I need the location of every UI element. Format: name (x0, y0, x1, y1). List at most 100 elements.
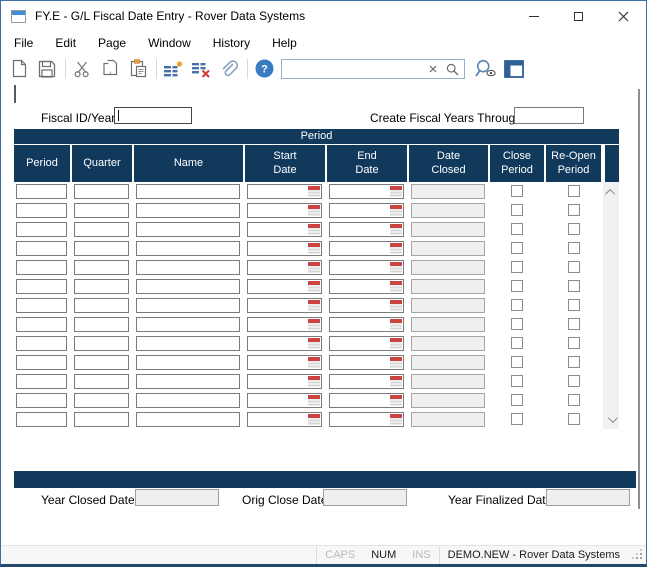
start-date-cell-input[interactable] (247, 336, 322, 351)
close-button[interactable] (601, 1, 646, 32)
name-cell-input[interactable] (136, 184, 240, 199)
period-cell-input[interactable] (16, 374, 67, 389)
reopen-period-checkbox[interactable] (568, 318, 580, 330)
start-date-cell-input[interactable] (247, 184, 322, 199)
close-period-checkbox[interactable] (511, 394, 523, 406)
period-cell-input[interactable] (16, 317, 67, 332)
search-clear-icon[interactable] (426, 62, 440, 76)
menu-help[interactable]: Help (261, 32, 308, 55)
calendar-icon[interactable] (390, 205, 402, 216)
close-period-checkbox[interactable] (511, 242, 523, 254)
copy-button[interactable] (99, 58, 121, 80)
quarter-cell-input[interactable] (74, 298, 129, 313)
calendar-icon[interactable] (390, 319, 402, 330)
reopen-period-checkbox[interactable] (568, 223, 580, 235)
quarter-cell-input[interactable] (74, 279, 129, 294)
reopen-period-checkbox[interactable] (568, 280, 580, 292)
reopen-period-checkbox[interactable] (568, 337, 580, 349)
calendar-icon[interactable] (390, 300, 402, 311)
insert-rows-button[interactable] (162, 58, 184, 80)
search-icon[interactable] (445, 62, 460, 77)
start-date-cell-input[interactable] (247, 317, 322, 332)
calendar-icon[interactable] (308, 243, 320, 254)
menu-file[interactable]: File (3, 32, 44, 55)
name-cell-input[interactable] (136, 317, 240, 332)
table-scrollbar[interactable] (603, 182, 619, 429)
quarter-cell-input[interactable] (74, 222, 129, 237)
reopen-period-checkbox[interactable] (568, 261, 580, 273)
calendar-icon[interactable] (308, 281, 320, 292)
menu-history[interactable]: History (202, 32, 261, 55)
reopen-period-checkbox[interactable] (568, 204, 580, 216)
reopen-period-checkbox[interactable] (568, 242, 580, 254)
name-cell-input[interactable] (136, 355, 240, 370)
calendar-icon[interactable] (308, 376, 320, 387)
quarter-cell-input[interactable] (74, 412, 129, 427)
new-document-button[interactable] (8, 58, 30, 80)
end-date-cell-input[interactable] (329, 412, 404, 427)
start-date-cell-input[interactable] (247, 260, 322, 275)
calendar-icon[interactable] (390, 243, 402, 254)
end-date-cell-input[interactable] (329, 393, 404, 408)
end-date-cell-input[interactable] (329, 279, 404, 294)
end-date-cell-input[interactable] (329, 374, 404, 389)
reopen-period-checkbox[interactable] (568, 413, 580, 425)
calendar-icon[interactable] (308, 186, 320, 197)
period-cell-input[interactable] (16, 336, 67, 351)
end-date-cell-input[interactable] (329, 241, 404, 256)
quarter-cell-input[interactable] (74, 260, 129, 275)
minimize-button[interactable] (511, 1, 556, 32)
period-cell-input[interactable] (16, 184, 67, 199)
cut-button[interactable] (71, 58, 93, 80)
fiscal-id-input[interactable] (114, 107, 192, 124)
calendar-icon[interactable] (308, 224, 320, 235)
close-period-checkbox[interactable] (511, 261, 523, 273)
menu-window[interactable]: Window (137, 32, 202, 55)
name-cell-input[interactable] (136, 374, 240, 389)
period-cell-input[interactable] (16, 260, 67, 275)
scroll-up-button[interactable] (603, 184, 619, 200)
close-period-checkbox[interactable] (511, 204, 523, 216)
close-period-checkbox[interactable] (511, 318, 523, 330)
name-cell-input[interactable] (136, 203, 240, 218)
period-cell-input[interactable] (16, 241, 67, 256)
quarter-cell-input[interactable] (74, 336, 129, 351)
calendar-icon[interactable] (390, 262, 402, 273)
period-cell-input[interactable] (16, 203, 67, 218)
reopen-period-checkbox[interactable] (568, 375, 580, 387)
start-date-cell-input[interactable] (247, 393, 322, 408)
end-date-cell-input[interactable] (329, 355, 404, 370)
grid-layout-button[interactable] (503, 58, 525, 80)
start-date-cell-input[interactable] (247, 222, 322, 237)
name-cell-input[interactable] (136, 298, 240, 313)
calendar-icon[interactable] (390, 414, 402, 425)
start-date-cell-input[interactable] (247, 203, 322, 218)
close-period-checkbox[interactable] (511, 185, 523, 197)
close-period-checkbox[interactable] (511, 356, 523, 368)
maximize-button[interactable] (556, 1, 601, 32)
start-date-cell-input[interactable] (247, 298, 322, 313)
reopen-period-checkbox[interactable] (568, 394, 580, 406)
calendar-icon[interactable] (308, 262, 320, 273)
start-date-cell-input[interactable] (247, 412, 322, 427)
quarter-cell-input[interactable] (74, 203, 129, 218)
name-cell-input[interactable] (136, 393, 240, 408)
end-date-cell-input[interactable] (329, 317, 404, 332)
close-period-checkbox[interactable] (511, 299, 523, 311)
calendar-icon[interactable] (308, 319, 320, 330)
lookup-button[interactable] (475, 58, 497, 80)
close-period-checkbox[interactable] (511, 337, 523, 349)
quarter-cell-input[interactable] (74, 184, 129, 199)
reopen-period-checkbox[interactable] (568, 185, 580, 197)
period-cell-input[interactable] (16, 222, 67, 237)
end-date-cell-input[interactable] (329, 222, 404, 237)
name-cell-input[interactable] (136, 241, 240, 256)
period-cell-input[interactable] (16, 412, 67, 427)
calendar-icon[interactable] (390, 357, 402, 368)
calendar-icon[interactable] (308, 205, 320, 216)
resize-grip[interactable] (628, 546, 646, 564)
menu-page[interactable]: Page (87, 32, 137, 55)
calendar-icon[interactable] (390, 376, 402, 387)
start-date-cell-input[interactable] (247, 374, 322, 389)
quarter-cell-input[interactable] (74, 241, 129, 256)
